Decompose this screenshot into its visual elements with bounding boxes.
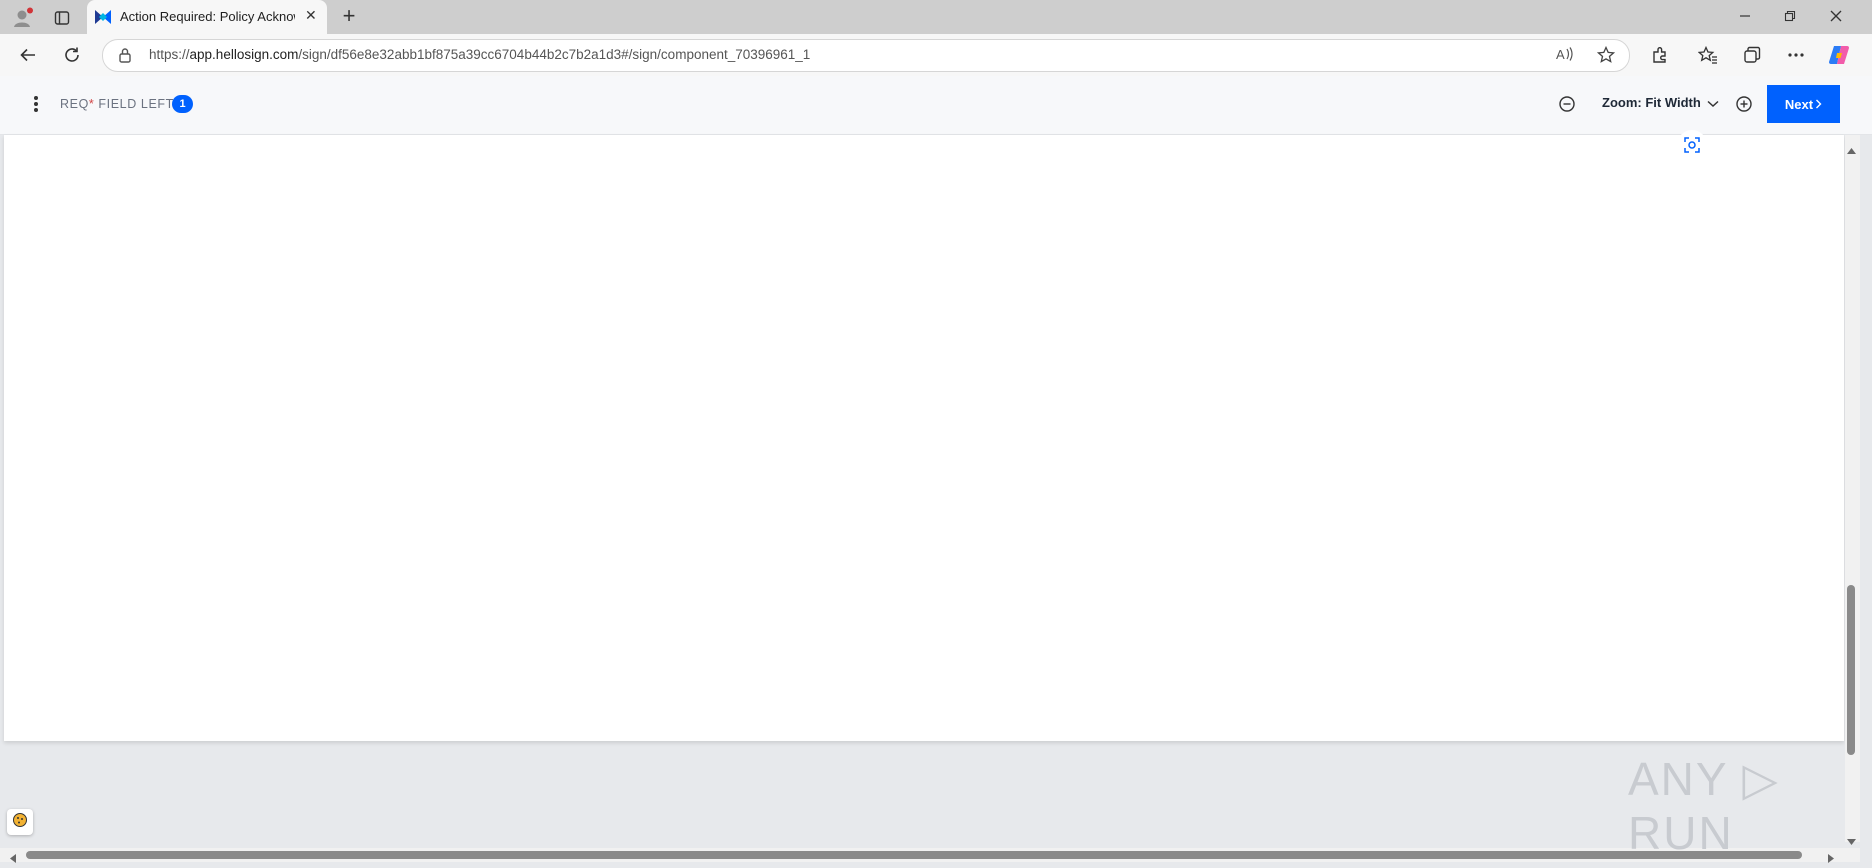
- chevron-right-icon: [1815, 97, 1822, 112]
- minimize-icon[interactable]: [1735, 6, 1755, 26]
- extensions-icon[interactable]: [1648, 43, 1672, 67]
- favorite-star-icon[interactable]: [1596, 45, 1616, 69]
- favorites-icon[interactable]: [1696, 43, 1720, 67]
- focus-icon[interactable]: [1677, 130, 1707, 160]
- tab-actions-icon[interactable]: [52, 8, 72, 28]
- scroll-left-icon[interactable]: [10, 850, 16, 868]
- zoom-label: Zoom: Fit Width: [1602, 95, 1701, 110]
- required-count-badge: 1: [172, 95, 193, 113]
- hellosign-logo-icon: [94, 8, 112, 31]
- tab-close-button[interactable]: ✕: [305, 7, 317, 24]
- zoom-dropdown[interactable]: Zoom: Fit Width: [1602, 95, 1719, 111]
- required-fields-label: REQ* FIELD LEFT: [60, 97, 174, 111]
- cookie-settings-button[interactable]: [7, 809, 33, 835]
- horizontal-scrollbar-thumb[interactable]: [26, 851, 1802, 859]
- close-window-icon[interactable]: [1826, 6, 1846, 26]
- cookie-icon: [12, 812, 28, 833]
- collections-icon[interactable]: [1740, 43, 1764, 67]
- lock-icon[interactable]: [118, 47, 132, 68]
- new-tab-button[interactable]: +: [338, 3, 360, 28]
- document-page: [4, 135, 1844, 741]
- svg-text:A: A: [1556, 47, 1565, 62]
- req-suffix: FIELD LEFT: [94, 97, 174, 111]
- vertical-scrollbar-thumb[interactable]: [1847, 585, 1855, 755]
- refresh-icon[interactable]: [60, 43, 84, 67]
- more-icon[interactable]: [1784, 43, 1808, 67]
- read-aloud-icon[interactable]: A: [1556, 46, 1574, 65]
- restore-icon[interactable]: [1780, 6, 1800, 26]
- url-text: https://app.hellosign.com/sign/df56e8e32…: [149, 47, 810, 62]
- tab-title: Action Required: Policy Acknowle: [120, 9, 295, 24]
- req-prefix: REQ: [60, 97, 89, 111]
- url-host: app.hellosign.com: [189, 47, 299, 62]
- watermark-logo: ANY ▷ RUN: [1628, 753, 1780, 859]
- zoom-out-icon[interactable]: [1556, 93, 1578, 115]
- copilot-icon[interactable]: [1826, 42, 1852, 68]
- profile-icon[interactable]: [10, 7, 36, 29]
- chevron-down-icon: [1707, 96, 1719, 111]
- next-button[interactable]: Next: [1767, 85, 1840, 123]
- back-icon[interactable]: [16, 43, 40, 67]
- signing-toolbar: [0, 76, 1872, 135]
- scroll-up-icon[interactable]: [1847, 141, 1856, 159]
- browser-tab-active[interactable]: Action Required: Policy Acknowle ✕: [87, 0, 327, 34]
- zoom-in-icon[interactable]: [1733, 93, 1755, 115]
- next-label: Next: [1784, 96, 1814, 112]
- url-scheme: https://: [149, 47, 190, 62]
- address-bar[interactable]: https://app.hellosign.com/sign/df56e8e32…: [102, 39, 1630, 72]
- kebab-menu-icon[interactable]: [26, 93, 46, 115]
- url-path: /sign/df56e8e32abb1bf875a39cc6704b44b2c7…: [298, 47, 811, 62]
